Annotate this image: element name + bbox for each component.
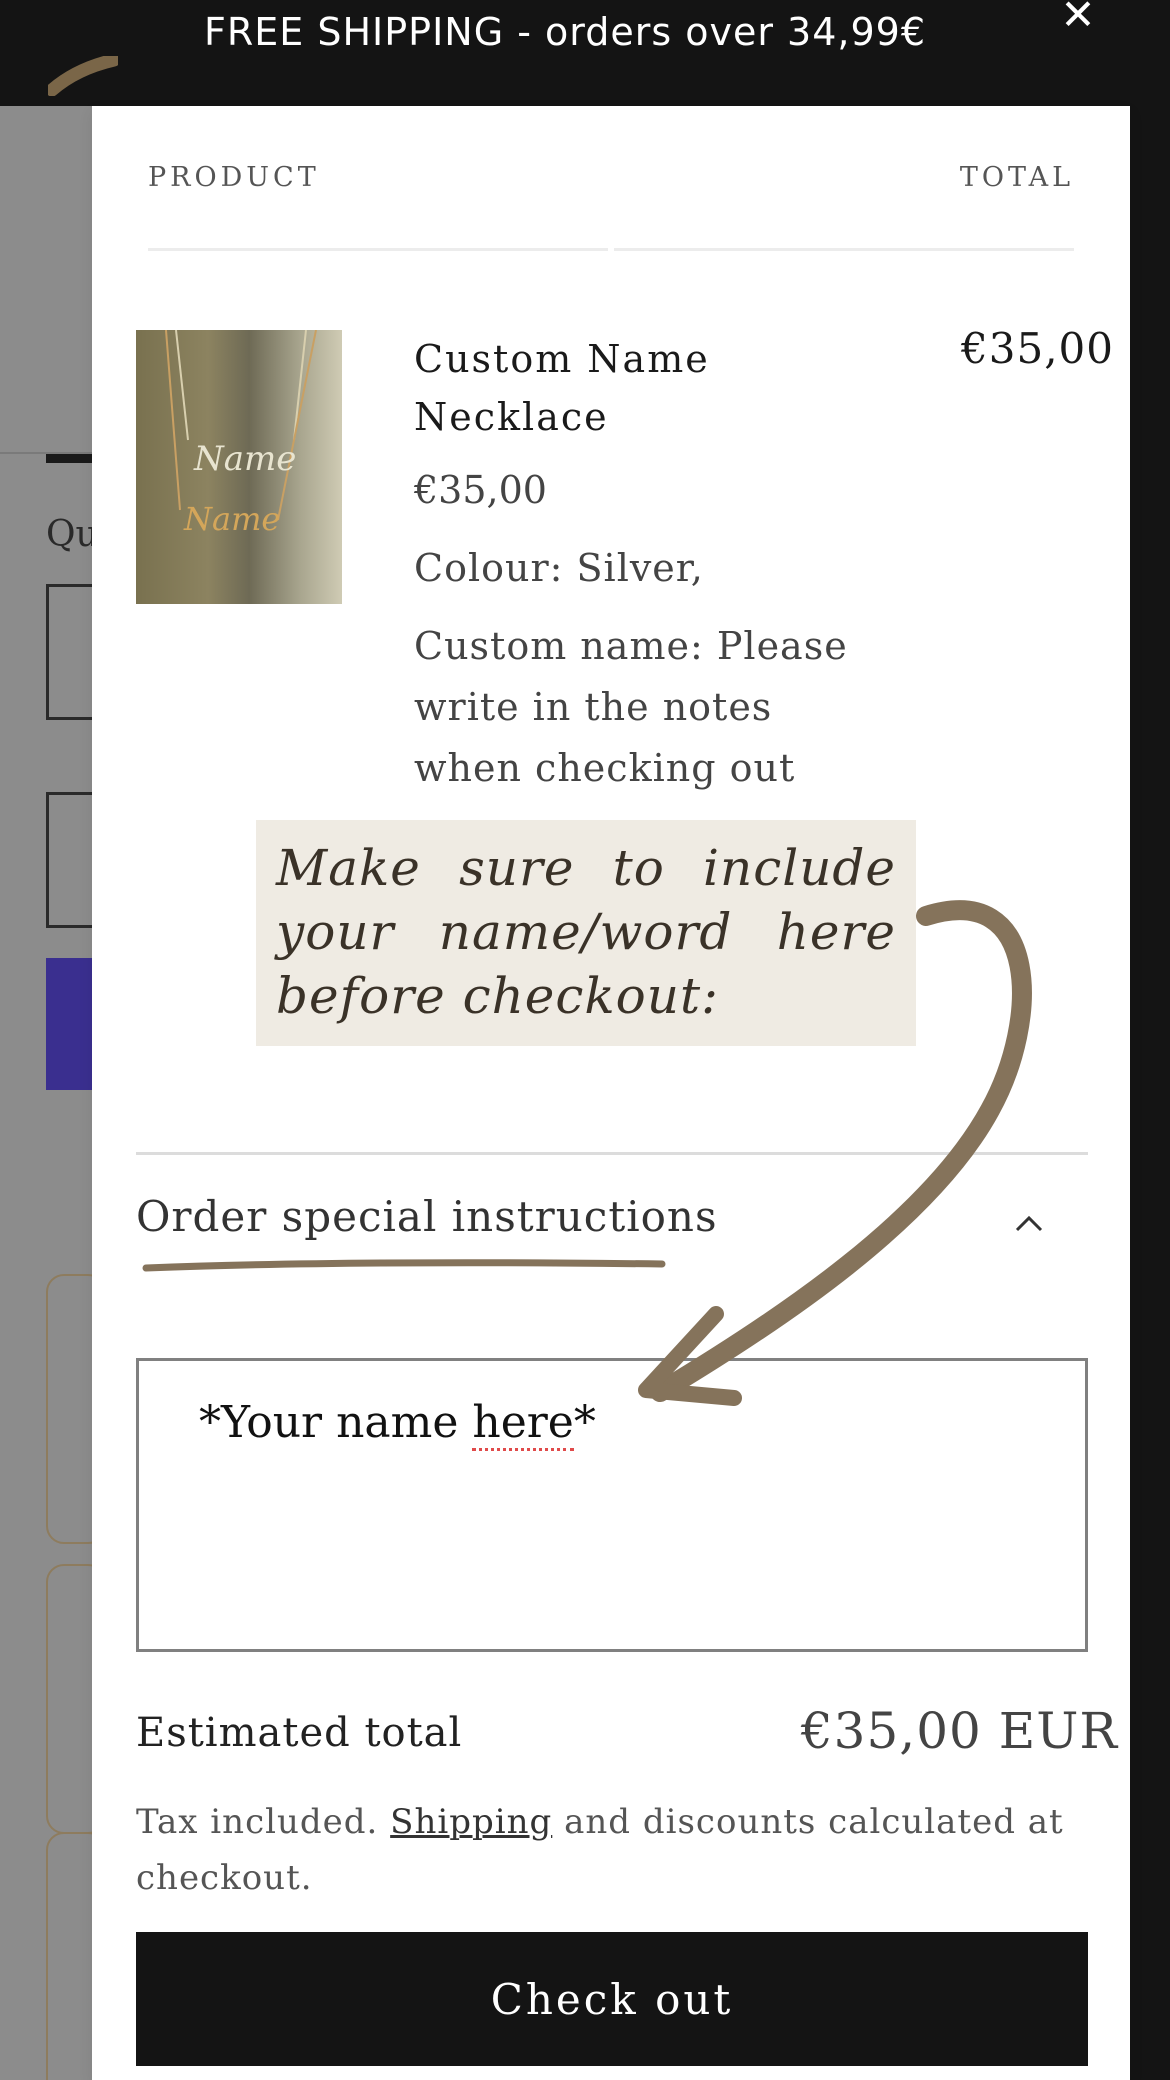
- shipping-link[interactable]: Shipping: [390, 1802, 552, 1842]
- column-header-product: PRODUCT: [148, 162, 320, 193]
- thumbnail-word: Name: [183, 500, 280, 538]
- estimated-total-label: Estimated total: [136, 1710, 463, 1756]
- line-total: €35,00: [961, 324, 1114, 373]
- background-buy-button: [46, 958, 92, 1090]
- instruction-callout: Make sure to include your name/word here…: [256, 820, 916, 1046]
- notes-text-part: *: [573, 1397, 596, 1448]
- announcement-bar: FREE SHIPPING - orders over 34,99€ ✕: [0, 0, 1170, 106]
- option-colour: Colour: Silver,: [414, 546, 704, 590]
- column-header-total: TOTAL: [959, 162, 1074, 193]
- section-divider: [136, 1152, 1088, 1155]
- tax-note-text: Tax included.: [136, 1802, 391, 1842]
- chevron-up-icon[interactable]: [1012, 1206, 1046, 1240]
- overlay-edge: [1130, 106, 1170, 2080]
- unit-price: €35,00: [414, 468, 547, 512]
- order-notes-textarea[interactable]: *Your name here*: [136, 1358, 1088, 1652]
- spellcheck-flagged-word: here: [472, 1397, 574, 1451]
- brush-logo-icon: [48, 56, 118, 96]
- background-quantity-label: Qu: [46, 514, 99, 555]
- necklace-image-icon: Name Name: [165, 330, 317, 538]
- column-divider: [614, 248, 1074, 251]
- cart-drawer: PRODUCT TOTAL Name Name Custom Name Neck…: [92, 106, 1130, 2080]
- thumbnail-word: Name: [193, 439, 296, 479]
- checkout-button[interactable]: Check out: [136, 1932, 1088, 2066]
- product-thumbnail[interactable]: Name Name: [136, 330, 342, 604]
- notes-text-part: *Your name: [199, 1397, 473, 1448]
- tax-note: Tax included. Shipping and discounts cal…: [136, 1794, 1086, 1906]
- close-icon[interactable]: ✕: [1058, 0, 1098, 36]
- product-name[interactable]: Custom Name Necklace: [414, 330, 774, 446]
- column-divider: [148, 248, 608, 251]
- order-notes-value: *Your name here*: [199, 1397, 596, 1451]
- announcement-text: FREE SHIPPING - orders over 34,99€: [203, 10, 927, 54]
- option-custom-name: Custom name: Please write in the notes w…: [414, 624, 848, 790]
- instruction-callout-text: Make sure to include your name/word here…: [276, 839, 896, 1025]
- background-tab-indicator: [46, 454, 92, 463]
- order-instructions-toggle[interactable]: Order special instructions: [136, 1192, 718, 1241]
- background-page: Qu: [0, 106, 106, 2080]
- estimated-total-value: €35,00 EUR: [800, 1702, 1118, 1760]
